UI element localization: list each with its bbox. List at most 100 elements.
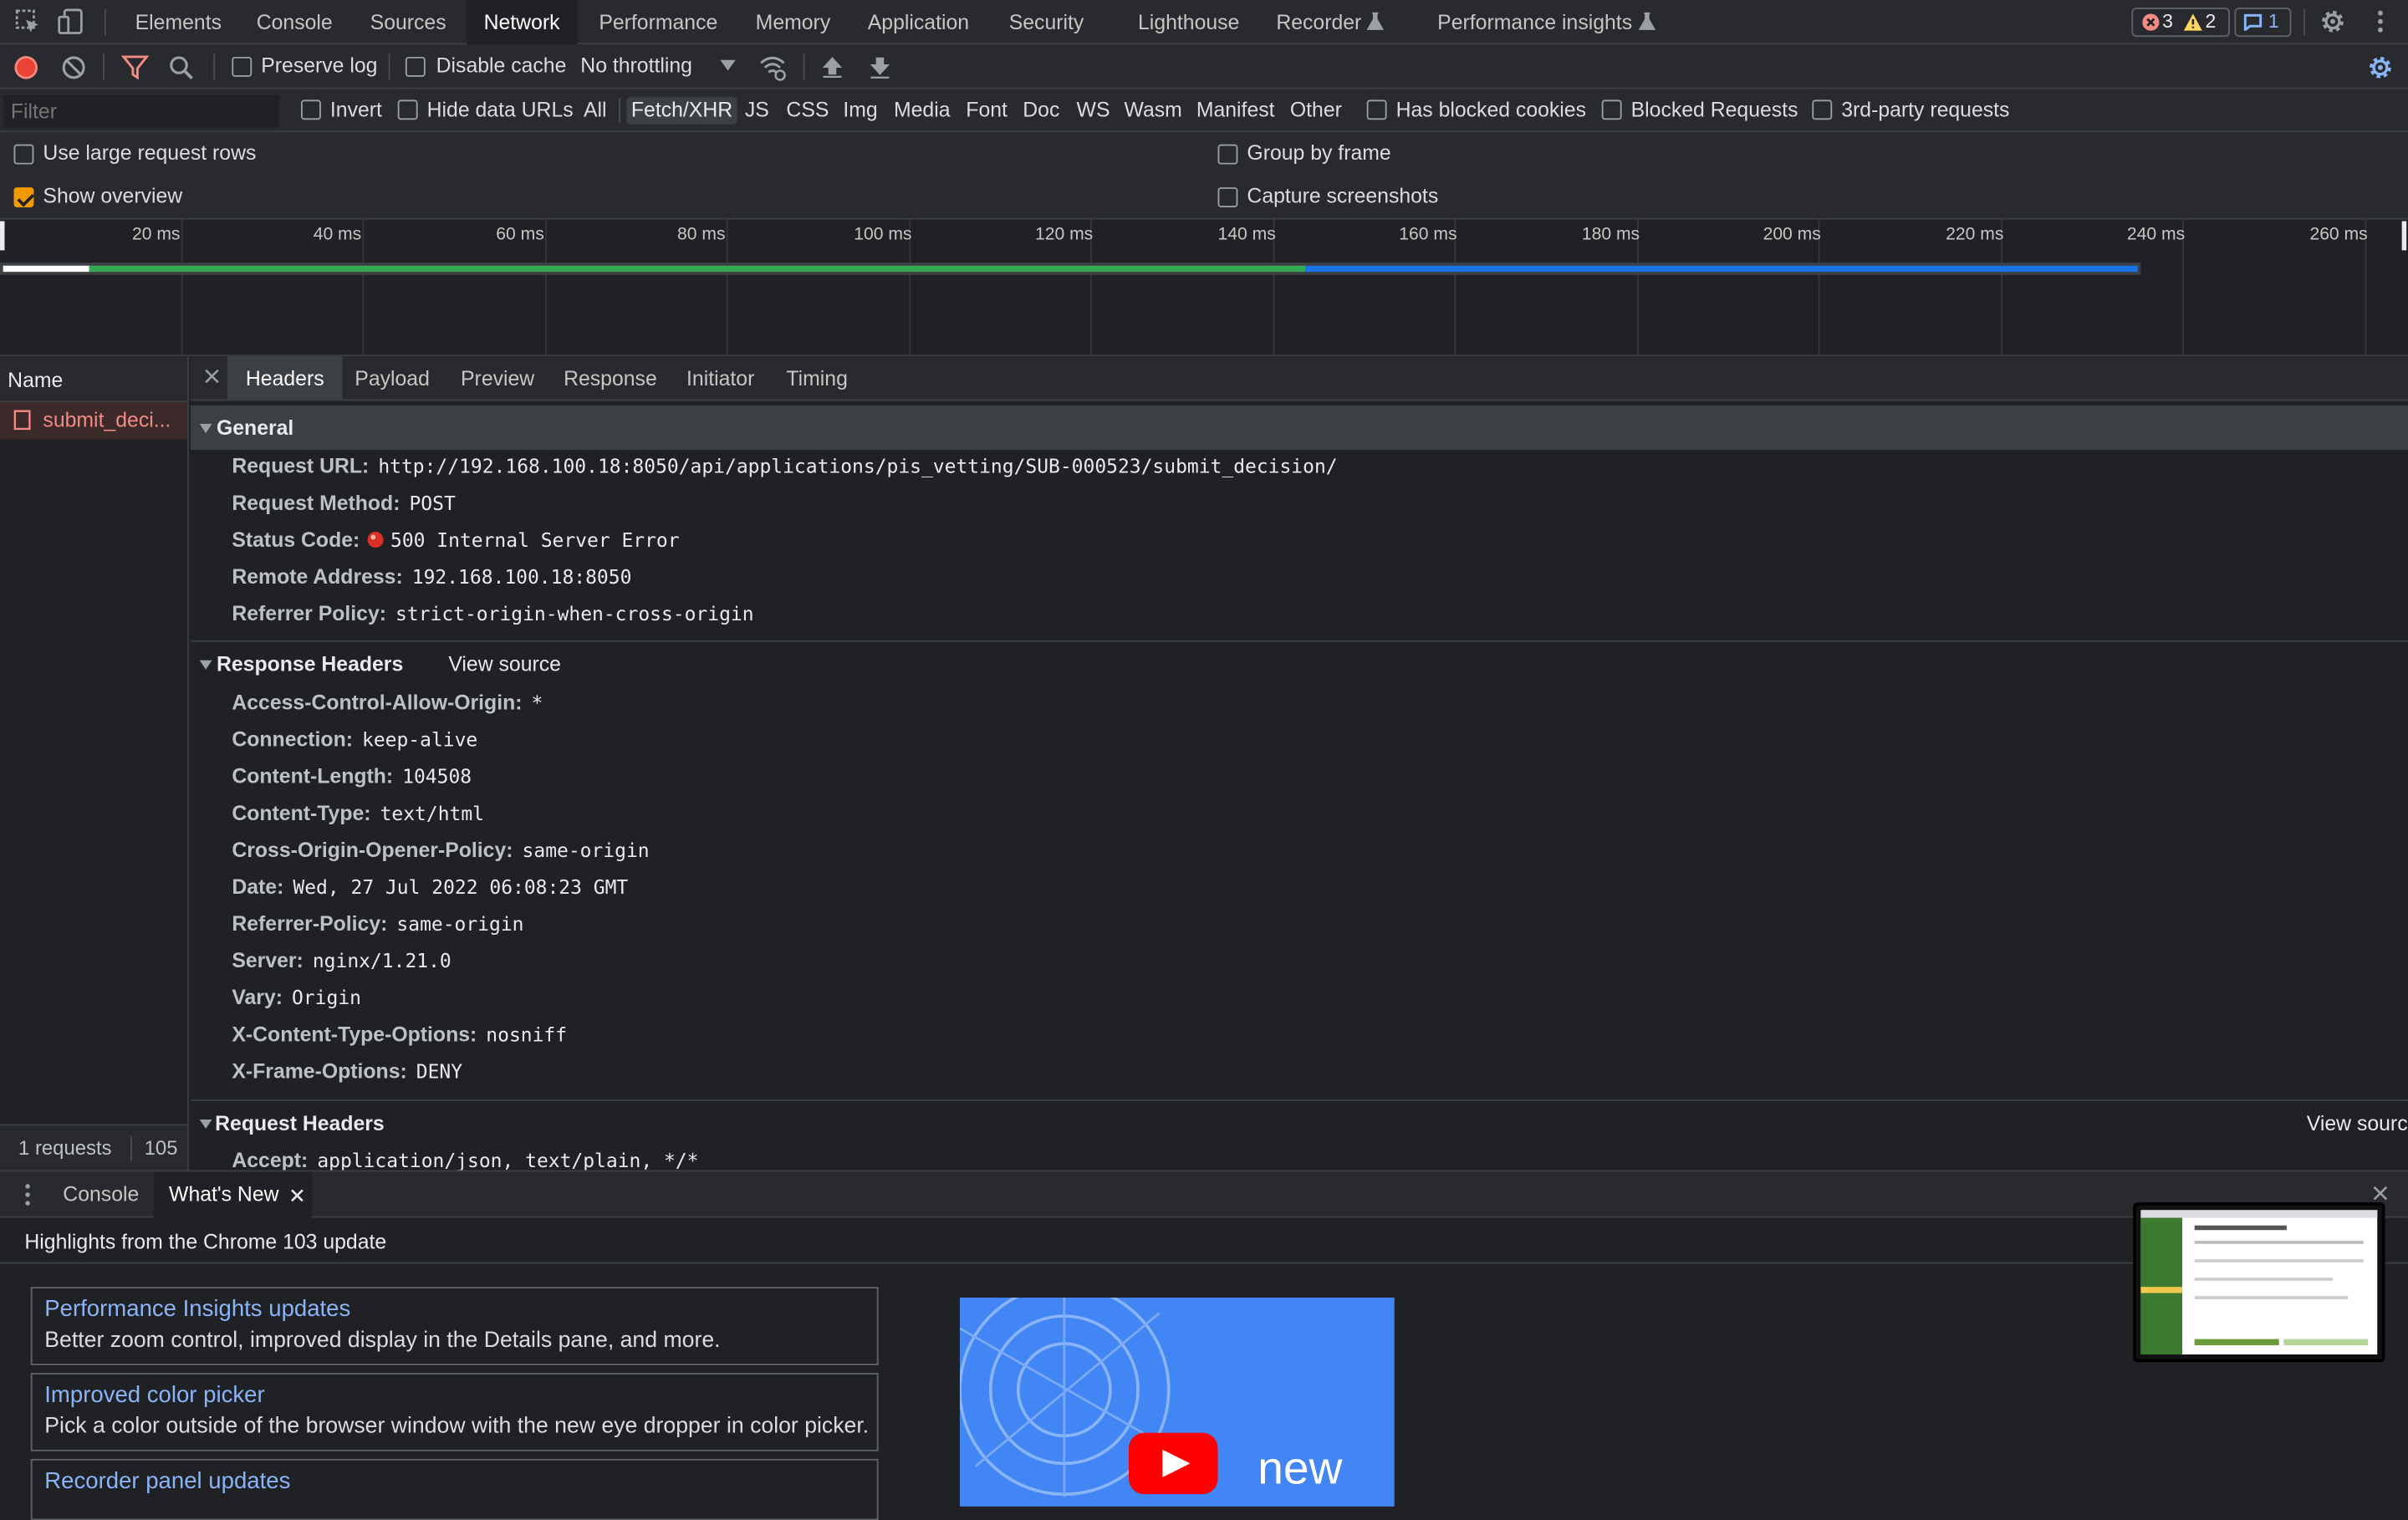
- response-headers-title: Response Headers: [216, 652, 404, 676]
- filter-type-css[interactable]: CSS: [786, 97, 829, 125]
- filter-type-img[interactable]: Img: [843, 97, 877, 125]
- feature-card-title[interactable]: Performance Insights updates: [44, 1296, 350, 1322]
- group-by-frame-checkbox[interactable]: [1217, 144, 1238, 165]
- tab-performance[interactable]: Performance: [599, 0, 717, 44]
- hide-data-urls-checkbox[interactable]: [397, 99, 418, 120]
- record-stop-icon[interactable]: [13, 54, 40, 81]
- filter-bar: Invert Hide data URLs All Fetch/XHR JS C…: [0, 89, 2408, 132]
- messages-counter[interactable]: 1: [2234, 8, 2292, 38]
- filter-type-all[interactable]: All: [584, 97, 607, 125]
- filter-type-manifest[interactable]: Manifest: [1196, 97, 1275, 125]
- overview-right-handle[interactable]: [2401, 221, 2407, 251]
- tab-payload[interactable]: Payload: [355, 356, 430, 400]
- name-column-header[interactable]: Name: [0, 356, 188, 403]
- screenshot-thumbnail[interactable]: [2133, 1202, 2385, 1363]
- issues-counter[interactable]: 3 2: [2131, 8, 2230, 38]
- invert-checkbox[interactable]: [300, 99, 321, 120]
- tab-timing[interactable]: Timing: [786, 356, 847, 400]
- feature-card[interactable]: Performance Insights updates Better zoom…: [30, 1287, 879, 1365]
- request-headers-section-header[interactable]: Request Headers View source: [191, 1101, 2408, 1145]
- has-blocked-cookies-checkbox[interactable]: [1366, 99, 1387, 120]
- tab-initiator[interactable]: Initiator: [686, 356, 754, 400]
- tab-application[interactable]: Application: [868, 0, 969, 44]
- drawer-tab-whats-new[interactable]: What's New: [153, 1171, 312, 1218]
- network-overview[interactable]: 20 ms 40 ms 60 ms 80 ms 100 ms 120 ms 14…: [0, 219, 2408, 357]
- tick-label: 60 ms: [496, 225, 544, 245]
- divider: [803, 54, 805, 80]
- network-conditions-icon[interactable]: [758, 54, 786, 81]
- preserve-log-checkbox[interactable]: [232, 56, 253, 77]
- show-overview-checkbox[interactable]: [13, 187, 34, 207]
- settings-gear-icon[interactable]: [2319, 8, 2346, 35]
- close-details-icon[interactable]: [204, 369, 219, 384]
- header-key: Status Code:: [232, 528, 360, 552]
- tab-sources[interactable]: Sources: [370, 0, 446, 44]
- view-source-button[interactable]: View source: [448, 653, 561, 676]
- tab-recorder[interactable]: Recorder: [1276, 0, 1385, 44]
- more-options-icon[interactable]: [2366, 8, 2394, 35]
- disable-cache-checkbox[interactable]: [405, 56, 426, 77]
- tab-preview[interactable]: Preview: [461, 356, 534, 400]
- clear-icon[interactable]: [60, 54, 88, 81]
- throttling-select[interactable]: No throttling: [580, 54, 692, 77]
- drawer-tab-console[interactable]: Console: [63, 1182, 139, 1206]
- request-view-source-button[interactable]: View source: [2307, 1112, 2408, 1135]
- third-party-checkbox[interactable]: [1812, 99, 1833, 120]
- tab-console[interactable]: Console: [257, 0, 333, 44]
- tab-headers[interactable]: Headers: [227, 356, 343, 401]
- tab-lighthouse[interactable]: Lighthouse: [1138, 0, 1239, 44]
- overview-left-handle[interactable]: [0, 221, 5, 251]
- response-headers-section-header[interactable]: Response Headers View source: [191, 642, 2408, 686]
- filter-funnel-icon[interactable]: [121, 54, 150, 81]
- capture-screenshots-checkbox[interactable]: [1217, 187, 1238, 207]
- close-tab-icon[interactable]: [290, 1189, 304, 1203]
- feature-card-title[interactable]: Recorder panel updates: [44, 1468, 290, 1494]
- filter-type-other[interactable]: Other: [1290, 97, 1342, 125]
- general-section-header[interactable]: General: [190, 405, 2408, 451]
- filter-input[interactable]: [3, 94, 280, 128]
- header-key: Request Method:: [232, 491, 400, 515]
- feature-card-title[interactable]: Improved color picker: [44, 1382, 264, 1408]
- device-toolbar-icon[interactable]: [57, 8, 84, 35]
- divider: [130, 1136, 132, 1161]
- large-rows-label: Use large request rows: [43, 140, 257, 165]
- filter-type-font[interactable]: Font: [966, 97, 1008, 125]
- video-thumbnail[interactable]: new: [959, 1298, 1395, 1507]
- thumbnail-line: [2194, 1278, 2333, 1281]
- export-har-icon[interactable]: [866, 54, 894, 81]
- chevron-down-icon[interactable]: [720, 59, 736, 73]
- import-har-icon[interactable]: [819, 54, 846, 81]
- tab-performance-insights[interactable]: Performance insights: [1437, 0, 1656, 44]
- inspect-element-icon[interactable]: [14, 8, 42, 35]
- request-row[interactable]: submit_deci...: [0, 402, 188, 440]
- tab-elements[interactable]: Elements: [135, 0, 222, 44]
- video-caption: new: [1258, 1443, 1343, 1495]
- tick-label: 260 ms: [2309, 225, 2368, 245]
- filter-type-fetch-xhr[interactable]: Fetch/XHR: [626, 96, 737, 125]
- header-row: Content-Length: 104508: [232, 762, 472, 793]
- header-value: application/json, text/plain, */*: [317, 1148, 699, 1171]
- divider: [104, 9, 106, 36]
- network-settings-gear-icon[interactable]: [2366, 54, 2394, 81]
- header-row: Remote Address: 192.168.100.18:8050: [232, 562, 631, 593]
- filter-type-doc[interactable]: Doc: [1023, 97, 1059, 125]
- filter-type-wasm[interactable]: Wasm: [1124, 97, 1181, 125]
- tab-network[interactable]: Network: [467, 0, 577, 45]
- tab-security[interactable]: Security: [1009, 0, 1084, 44]
- filter-type-js[interactable]: JS: [745, 97, 769, 125]
- warning-count: 2: [2205, 10, 2217, 33]
- feature-card[interactable]: Improved color picker Pick a color outsi…: [30, 1373, 879, 1451]
- search-icon[interactable]: [167, 54, 195, 81]
- feature-card[interactable]: Recorder panel updates: [30, 1458, 879, 1520]
- drawer-menu-icon[interactable]: [23, 1182, 33, 1206]
- header-key: X-Frame-Options:: [232, 1059, 407, 1083]
- request-bar-download: [1305, 265, 2138, 273]
- filter-type-ws[interactable]: WS: [1077, 97, 1110, 125]
- close-drawer-icon[interactable]: [2373, 1186, 2388, 1201]
- large-rows-checkbox[interactable]: [13, 144, 34, 165]
- tab-response[interactable]: Response: [564, 356, 657, 400]
- blocked-requests-checkbox[interactable]: [1601, 99, 1622, 120]
- play-video-icon[interactable]: [1128, 1432, 1218, 1495]
- tab-memory[interactable]: Memory: [756, 0, 831, 44]
- filter-type-media[interactable]: Media: [894, 97, 951, 125]
